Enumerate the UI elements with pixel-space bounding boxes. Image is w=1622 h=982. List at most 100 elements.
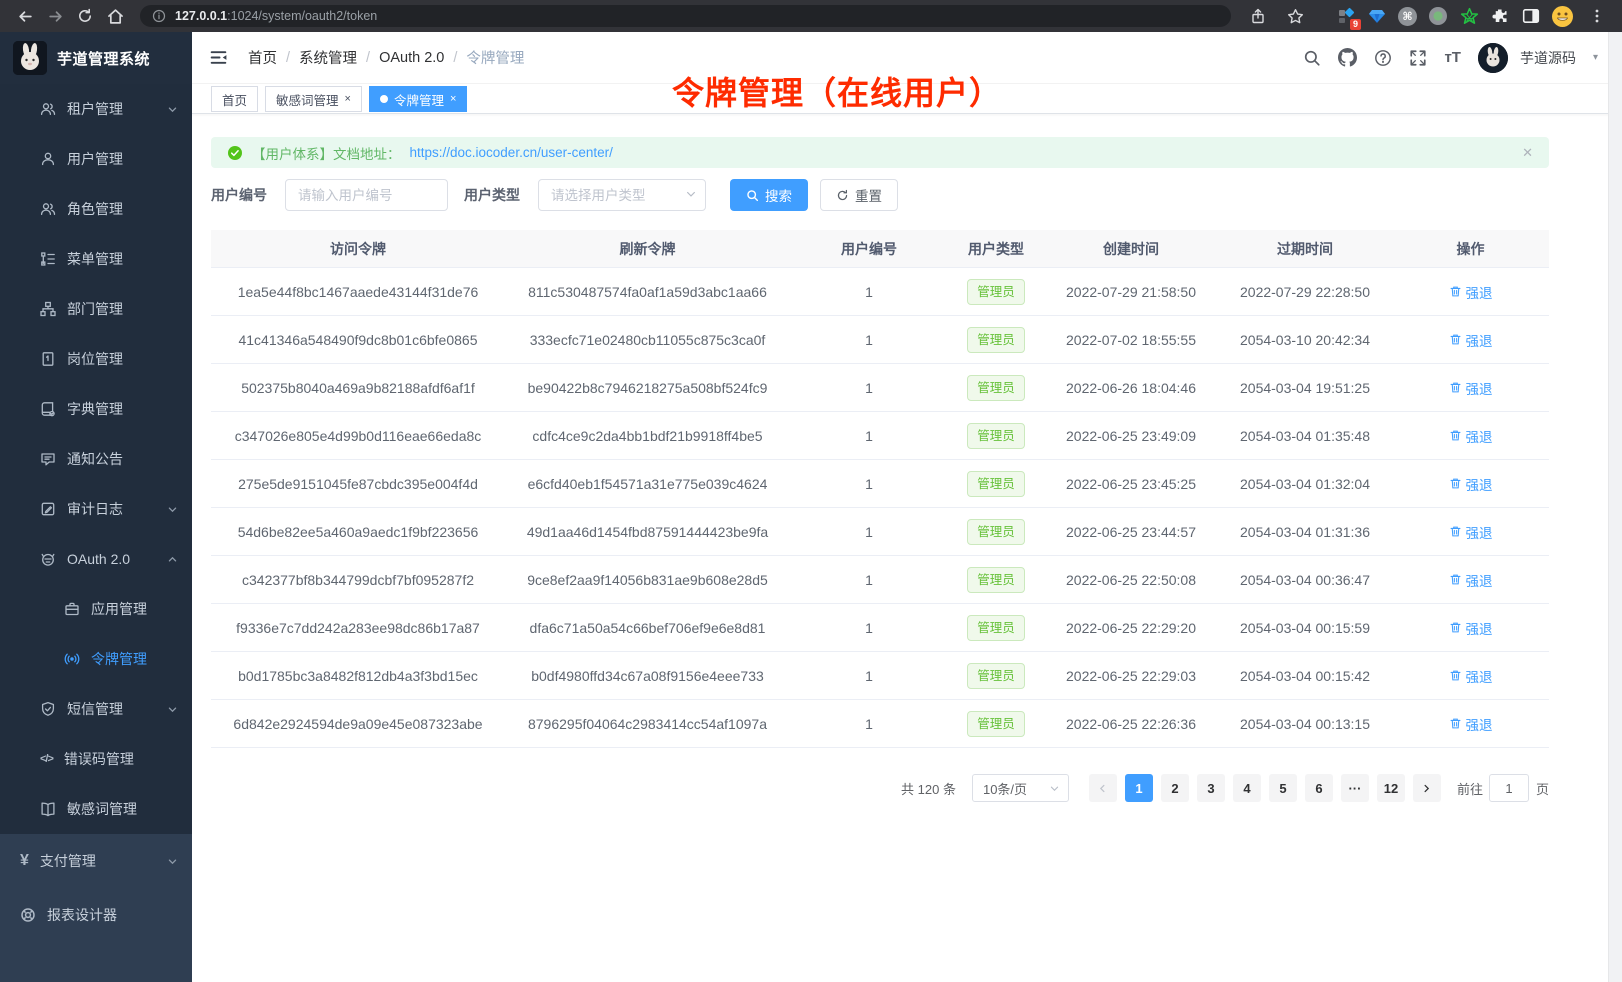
breadcrumb-system[interactable]: 系统管理 — [299, 47, 357, 68]
dictionary-icon — [40, 401, 56, 417]
access-token-cell: 6d842e2924594de9a09e45e087323abe — [211, 716, 505, 732]
user-type-tag: 管理员 — [967, 375, 1025, 401]
sidebar-collapse-icon[interactable] — [209, 48, 228, 67]
force-logout-button[interactable]: 强退 — [1449, 378, 1493, 398]
page-button[interactable]: 3 — [1197, 774, 1225, 802]
goto-page-input[interactable] — [1489, 774, 1529, 802]
sidebar-item-post[interactable]: 岗位管理 — [0, 334, 192, 384]
browser-forward-icon[interactable] — [42, 3, 68, 29]
force-logout-button[interactable]: 强退 — [1449, 426, 1493, 446]
extension-tabs-icon[interactable]: 9 — [1336, 6, 1356, 26]
oauth-robot-icon — [40, 551, 56, 567]
sidebar-item-oauth[interactable]: OAuth 2.0 — [0, 534, 192, 584]
breadcrumb-home[interactable]: 首页 — [248, 47, 277, 68]
reset-button[interactable]: 重置 — [820, 179, 898, 211]
browser-back-icon[interactable] — [12, 3, 38, 29]
help-icon[interactable] — [1374, 49, 1392, 67]
force-logout-button[interactable]: 强退 — [1449, 522, 1493, 542]
sidebar-item-oauth-token[interactable]: 令牌管理 — [0, 634, 192, 684]
prev-page-button[interactable] — [1089, 774, 1117, 802]
sidebar-item-pay[interactable]: ¥ 支付管理 — [0, 834, 192, 888]
github-icon[interactable] — [1338, 48, 1357, 67]
sidebar-item-role[interactable]: 角色管理 — [0, 184, 192, 234]
url-text: 127.0.0.1:1024/system/oauth2/token — [175, 9, 377, 23]
sidebar-item-sms[interactable]: 短信管理 — [0, 684, 192, 734]
force-logout-button[interactable]: 强退 — [1449, 570, 1493, 590]
close-tab-icon[interactable]: × — [345, 93, 351, 105]
site-info-icon[interactable] — [152, 9, 166, 23]
font-size-icon[interactable]: ᴛT — [1444, 49, 1461, 66]
extension-record-icon[interactable] — [1428, 6, 1448, 26]
browser-reload-icon[interactable] — [72, 3, 98, 29]
sidebar-item-user[interactable]: 用户管理 — [0, 134, 192, 184]
force-logout-button[interactable]: 强退 — [1449, 618, 1493, 638]
page-button[interactable]: 2 — [1161, 774, 1189, 802]
expire-time-cell: 2054-03-04 00:13:15 — [1218, 716, 1392, 732]
more-pages-button[interactable]: ··· — [1341, 774, 1369, 802]
user-name[interactable]: 芋道源码 — [1520, 48, 1576, 68]
extension-badge: 9 — [1350, 19, 1361, 30]
create-time-cell: 2022-06-25 22:29:03 — [1044, 668, 1218, 684]
user-menu-caret-icon[interactable]: ▾ — [1593, 52, 1598, 63]
breadcrumb: 首页 / 系统管理 / OAuth 2.0 / 令牌管理 — [248, 47, 524, 68]
sidebar-item-errorcode[interactable]: </> 错误码管理 — [0, 734, 192, 784]
user-avatar[interactable] — [1478, 43, 1508, 73]
force-logout-button[interactable]: 强退 — [1449, 474, 1493, 494]
profile-avatar-icon[interactable] — [1552, 6, 1573, 27]
extensions-puzzle-icon[interactable] — [1490, 6, 1510, 26]
search-button[interactable]: 搜索 — [730, 179, 808, 211]
force-logout-button[interactable]: 强退 — [1449, 330, 1493, 350]
address-bar[interactable]: 127.0.0.1:1024/system/oauth2/token — [140, 5, 1231, 27]
sidebar-item-tenant[interactable]: 租户管理 — [0, 84, 192, 134]
page-button[interactable]: 12 — [1377, 774, 1405, 802]
sidebar-item-oauth-app[interactable]: 应用管理 — [0, 584, 192, 634]
sidebar-item-menu[interactable]: 菜单管理 — [0, 234, 192, 284]
bookmark-star-icon[interactable] — [1282, 3, 1308, 29]
sidebar-item-report[interactable]: 报表设计器 — [0, 888, 192, 942]
next-page-button[interactable] — [1413, 774, 1441, 802]
access-token-cell: 41c41346a548490f9dc8b01c6bfe0865 — [211, 332, 505, 348]
user-type-tag: 管理员 — [967, 519, 1025, 545]
page-button[interactable]: 5 — [1269, 774, 1297, 802]
tab-home[interactable]: 首页 — [211, 86, 258, 112]
close-tab-icon[interactable]: × — [450, 93, 456, 105]
force-logout-button[interactable]: 强退 — [1449, 714, 1493, 734]
user-id-label: 用户编号 — [211, 185, 267, 205]
sidebar-item-sensitiveword[interactable]: 敏感词管理 — [0, 784, 192, 834]
sidebar-item-audit[interactable]: 审计日志 — [0, 484, 192, 534]
page-size-select[interactable]: 10条/页 — [972, 774, 1069, 802]
user-id-input[interactable] — [285, 179, 448, 211]
doc-link[interactable]: https://doc.iocoder.cn/user-center/ — [410, 145, 613, 160]
page-button[interactable]: 1 — [1125, 774, 1153, 802]
sidebar-item-dept[interactable]: 部门管理 — [0, 284, 192, 334]
user-type-select[interactable] — [538, 179, 706, 211]
extension-star-icon[interactable] — [1459, 6, 1479, 26]
page-content: 【用户体系】文档地址： https://doc.iocoder.cn/user-… — [192, 114, 1549, 802]
annotation-text: 令牌管理（在线用户） — [672, 68, 1002, 114]
force-logout-button[interactable]: 强退 — [1449, 666, 1493, 686]
page-button[interactable]: 6 — [1305, 774, 1333, 802]
side-panel-icon[interactable] — [1521, 6, 1541, 26]
tab-token[interactable]: 令牌管理 × — [369, 86, 467, 112]
browser-home-icon[interactable] — [102, 3, 128, 29]
expire-time-cell: 2054-03-04 19:51:25 — [1218, 380, 1392, 396]
sidebar-item-dict[interactable]: 字典管理 — [0, 384, 192, 434]
page-button[interactable]: 4 — [1233, 774, 1261, 802]
user-id-cell: 1 — [790, 380, 948, 396]
tab-sensitive-word[interactable]: 敏感词管理 × — [265, 86, 362, 112]
browser-chrome: 127.0.0.1:1024/system/oauth2/token 9 ⌘ — [0, 0, 1622, 32]
sidebar-item-notice[interactable]: 通知公告 — [0, 434, 192, 484]
extension-command-icon[interactable]: ⌘ — [1398, 7, 1417, 26]
page-scrollbar[interactable] — [1608, 32, 1622, 982]
extension-gem-icon[interactable] — [1367, 6, 1387, 26]
refresh-token-cell: cdfc4ce9c2da4bb1bdf21b9918ff4be5 — [505, 428, 790, 444]
share-icon[interactable] — [1245, 3, 1271, 29]
fullscreen-icon[interactable] — [1409, 49, 1427, 67]
breadcrumb-oauth[interactable]: OAuth 2.0 — [379, 50, 444, 66]
browser-menu-kebab-icon[interactable] — [1584, 3, 1610, 29]
force-logout-button[interactable]: 强退 — [1449, 282, 1493, 302]
alert-close-icon[interactable]: ✕ — [1522, 145, 1533, 161]
user-id-cell: 1 — [790, 428, 948, 444]
user-type-tag: 管理员 — [967, 471, 1025, 497]
search-icon[interactable] — [1303, 49, 1321, 67]
